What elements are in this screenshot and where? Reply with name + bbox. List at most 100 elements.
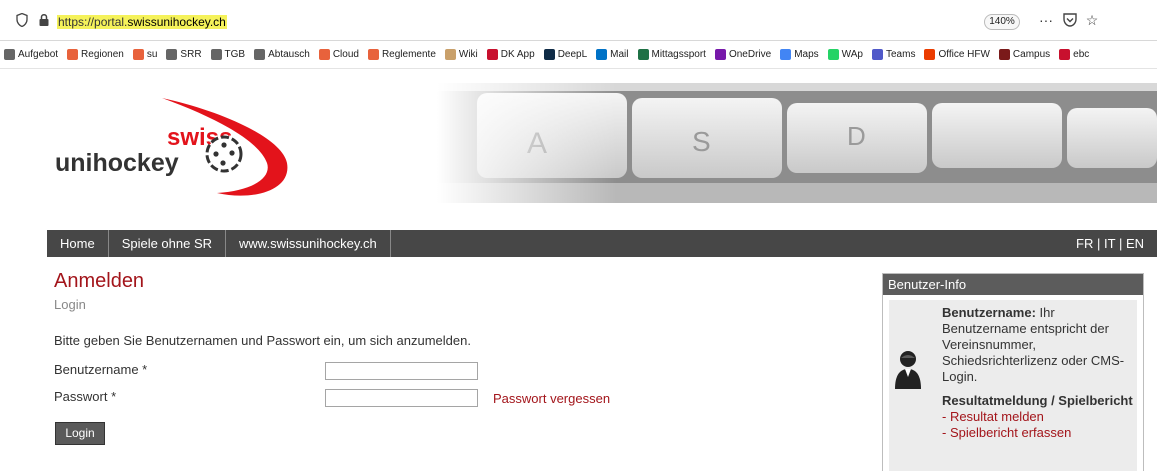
lang-en[interactable]: EN [1126, 236, 1144, 251]
username-label: Benutzername * [54, 362, 148, 377]
bookmark-favicon-icon [166, 49, 178, 60]
bookmark-item[interactable]: SRR [166, 49, 202, 60]
password-input[interactable] [325, 389, 478, 407]
user-avatar-icon [895, 351, 921, 389]
bookmark-label: Mail [610, 49, 629, 60]
bookmark-favicon-icon [827, 49, 839, 60]
bookmark-label: Teams [885, 49, 916, 60]
bookmark-item[interactable]: Regionen [67, 49, 124, 60]
zoom-indicator[interactable]: 140% [984, 14, 1020, 30]
bookmark-label: Aufgebot [18, 49, 59, 60]
bookmark-favicon-icon [67, 49, 79, 60]
star-icon[interactable]: ☆ [1082, 10, 1102, 30]
bookmark-item[interactable]: Maps [780, 49, 819, 60]
bookmark-item[interactable]: su [132, 49, 158, 60]
bookmark-label: Wiki [458, 49, 478, 60]
bookmark-label: TGB [224, 49, 246, 60]
bookmark-item[interactable]: Teams [871, 49, 916, 60]
bookmark-label: Office HFW [938, 49, 990, 60]
logo-text-unihockey: unihockey [55, 149, 179, 177]
login-instructions: Bitte geben Sie Benutzernamen und Passwo… [54, 333, 471, 348]
bookmark-item[interactable]: DeepL [543, 49, 588, 60]
bookmark-favicon-icon [637, 49, 649, 60]
url-protocol: https://portal. [58, 15, 128, 29]
bookmark-label: Reglemente [381, 49, 436, 60]
bookmark-item[interactable]: Mittagssport [637, 49, 706, 60]
bookmark-item[interactable]: DK App [486, 49, 535, 60]
user-info-title: Benutzer-Info [883, 274, 1143, 295]
username-input[interactable] [325, 362, 478, 380]
bookmarks-bar: Aufgebot Regionen su SRR TGB Abtausch Cloud Reg… [0, 41, 1157, 69]
lock-icon[interactable] [38, 13, 50, 27]
nav-swissunihockey-link[interactable]: www.swissunihockey.ch [226, 230, 391, 257]
bookmark-item[interactable]: Wiki [444, 49, 478, 60]
bookmark-item[interactable]: OneDrive [714, 49, 772, 60]
bookmark-item[interactable]: Abtausch [254, 49, 310, 60]
pocket-icon[interactable] [1062, 12, 1078, 28]
bookmark-label: Maps [794, 49, 819, 60]
shield-icon[interactable] [16, 13, 28, 27]
bookmark-label: Mittagssport [651, 49, 706, 60]
bookmark-favicon-icon [367, 49, 379, 60]
url-field[interactable]: https://portal.swissunihockey.ch [57, 15, 227, 29]
bookmark-item[interactable]: ebc [1059, 49, 1089, 60]
bookmark-label: Campus [1012, 49, 1051, 60]
ball-icon [205, 135, 243, 173]
bookmark-favicon-icon [924, 49, 936, 60]
result-report-heading: Resultatmeldung / Spielbericht [942, 393, 1133, 408]
bookmark-favicon-icon [780, 49, 792, 60]
browser-toolbar: https://portal.swissunihockey.ch 140% ··… [0, 0, 1157, 41]
lang-fr[interactable]: FR [1076, 236, 1093, 251]
bookmark-label: Regionen [81, 49, 124, 60]
bookmark-favicon-icon [210, 49, 222, 60]
bookmark-favicon-icon [596, 49, 608, 60]
bookmark-item[interactable]: Campus [998, 49, 1051, 60]
swissunihockey-logo[interactable]: swiss unihockey [47, 83, 347, 223]
login-button[interactable]: Login [55, 422, 105, 445]
username-help-heading: Benutzername: [942, 305, 1036, 320]
report-result-link[interactable]: - Resultat melden [942, 409, 1134, 425]
bookmark-item[interactable]: Cloud [318, 49, 359, 60]
bookmark-label: DeepL [557, 49, 588, 60]
lang-it[interactable]: IT [1104, 236, 1115, 251]
more-icon[interactable]: ··· [1036, 10, 1056, 30]
page-header: swiss unihockey A S D [47, 83, 1157, 223]
bookmark-label: OneDrive [728, 49, 772, 60]
bookmark-favicon-icon [998, 49, 1010, 60]
nav-home[interactable]: Home [47, 230, 109, 257]
bookmark-favicon-icon [318, 49, 330, 60]
keyboard-banner-image: A S D [437, 83, 1157, 203]
bookmark-item[interactable]: WAp [827, 49, 863, 60]
bookmark-item[interactable]: TGB [210, 49, 246, 60]
enter-match-report-link[interactable]: - Spielbericht erfassen [942, 425, 1134, 441]
bookmark-item[interactable]: Reglemente [367, 49, 436, 60]
bookmark-item[interactable]: Aufgebot [4, 49, 58, 60]
nav-games-without-referee[interactable]: Spiele ohne SR [109, 230, 227, 257]
bookmark-item[interactable]: Mail [596, 49, 629, 60]
password-label: Passwort * [54, 389, 117, 404]
bookmark-label: ebc [1073, 49, 1090, 60]
result-report-section: Resultatmeldung / Spielbericht - Resulta… [942, 393, 1134, 441]
bookmark-favicon-icon [543, 49, 555, 60]
bookmark-label: Abtausch [268, 49, 310, 60]
main-nav: Home Spiele ohne SR www.swissunihockey.c… [47, 230, 1157, 257]
bookmark-label: su [146, 49, 158, 60]
user-info-panel: Benutzer-Info Benutzername: Ihr Benutzer… [882, 273, 1144, 471]
bookmark-label: SRR [180, 49, 202, 60]
bookmark-favicon-icon [132, 49, 144, 60]
url-host: swissunihockey.ch [127, 15, 226, 29]
language-switcher: FR | IT | EN [1076, 236, 1144, 251]
bookmark-favicon-icon [444, 49, 456, 60]
bookmark-favicon-icon [714, 49, 726, 60]
bookmark-label: WAp [841, 49, 863, 60]
bookmark-favicon-icon [254, 49, 266, 60]
username-help: Benutzername: Ihr Benutzername entsprich… [942, 305, 1134, 385]
bookmark-favicon-icon [871, 49, 883, 60]
bookmark-favicon-icon [486, 49, 498, 60]
forgot-password-link[interactable]: Passwort vergessen [493, 391, 610, 406]
user-info-body: Benutzername: Ihr Benutzername entsprich… [889, 300, 1137, 471]
bookmark-item[interactable]: Office HFW [924, 49, 990, 60]
bookmark-favicon-icon [4, 49, 15, 60]
bookmark-label: Cloud [332, 49, 359, 60]
bookmark-favicon-icon [1059, 49, 1071, 60]
